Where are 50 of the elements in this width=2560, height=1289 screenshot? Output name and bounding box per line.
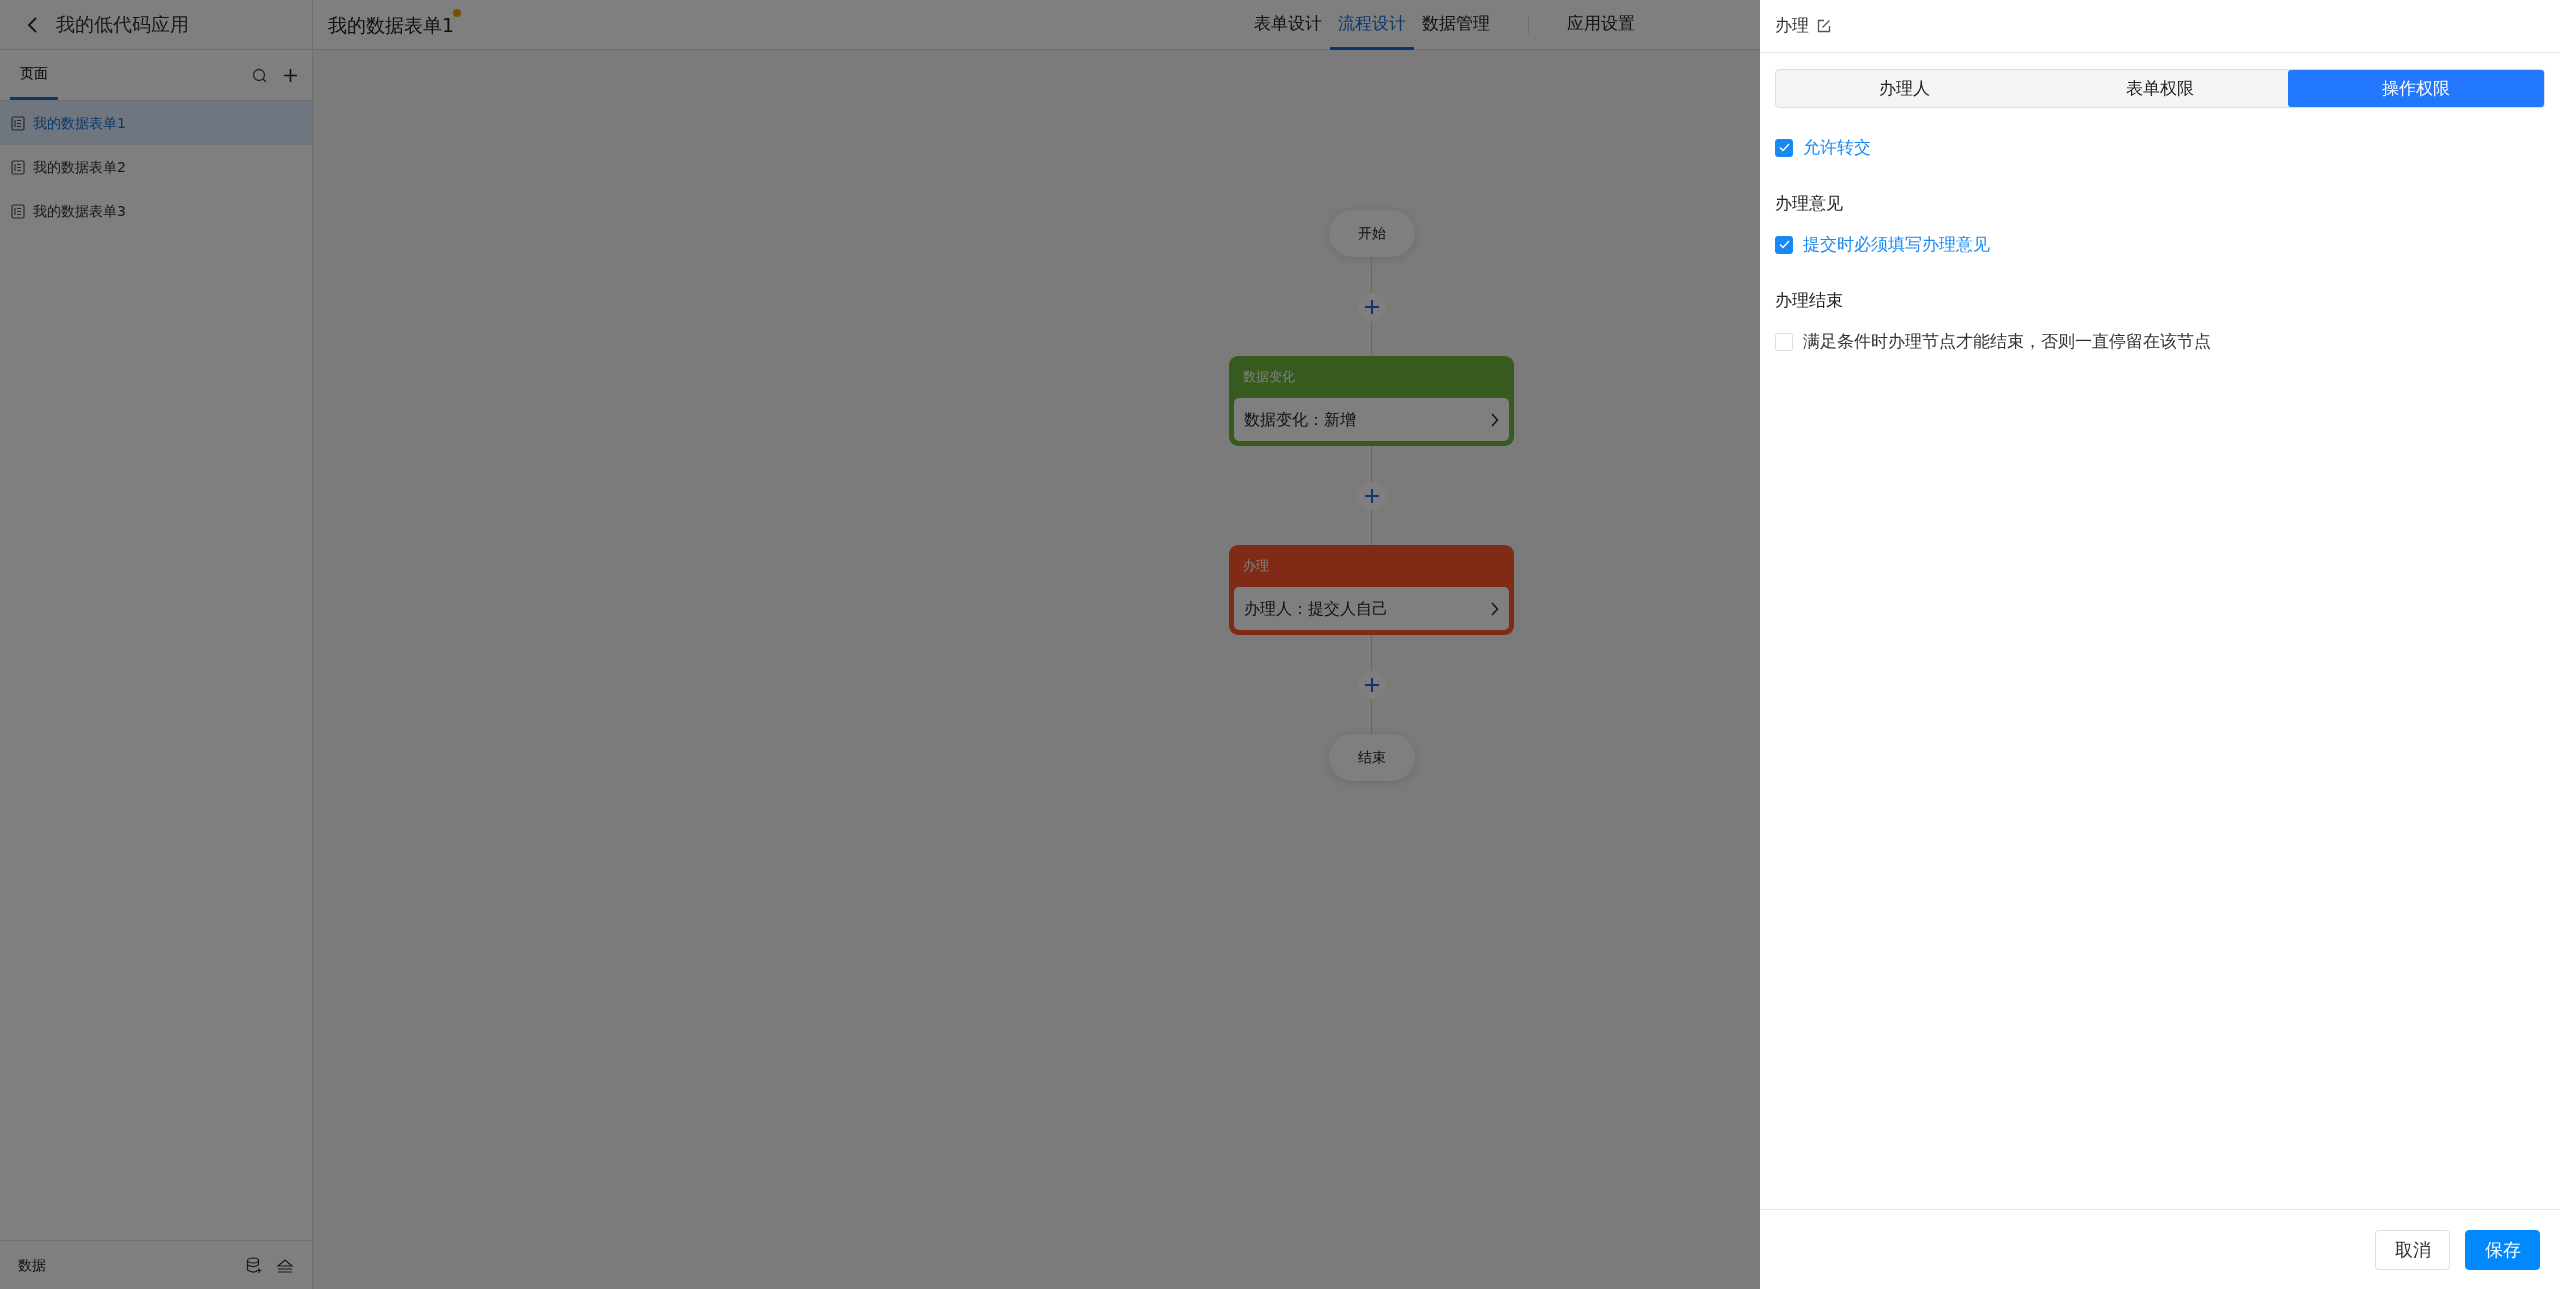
checkbox-label[interactable]: 提交时必须填写办理意见	[1803, 232, 1990, 258]
nav-tab[interactable]: 流程设计	[1329, 0, 1414, 50]
segment-tab[interactable]: 操作权限	[2288, 70, 2544, 107]
app-title: 我的低代码应用	[56, 12, 189, 38]
node-title: 办理	[1242, 557, 1270, 576]
nav-tab[interactable]: 数据管理	[1413, 0, 1498, 50]
checkbox[interactable]	[1775, 235, 1793, 254]
add-icon	[1363, 299, 1380, 315]
add-icon	[1363, 488, 1380, 504]
nav-tab[interactable]: 表单设计	[1245, 0, 1330, 50]
edit-icon[interactable]	[1817, 19, 1831, 33]
section-heading: 办理结束	[1775, 288, 1844, 312]
flow-node[interactable]: 开始	[1328, 210, 1415, 257]
flow-node[interactable]: 结束	[1328, 734, 1415, 781]
settings-tab[interactable]: 应用设置	[1558, 0, 1643, 50]
add-node-button[interactable]	[1357, 293, 1386, 321]
checkbox-label[interactable]: 满足条件时办理节点才能结束，否则一直停留在该节点	[1803, 329, 2211, 355]
chevron-right-icon	[1490, 601, 1499, 616]
node-summary: 办理人：提交人自己	[1244, 597, 1388, 620]
data-section-label: 数据	[18, 1255, 46, 1275]
collapse-icon[interactable]	[276, 1257, 294, 1273]
checkbox[interactable]	[1775, 138, 1793, 157]
database-add-icon[interactable]	[246, 1256, 262, 1274]
document-icon	[11, 159, 25, 175]
check-icon	[1778, 143, 1790, 153]
page-list-item[interactable]: 我的数据表单3	[0, 189, 312, 233]
document-icon	[11, 115, 25, 131]
flow-node-card[interactable]: 数据变化 数据变化：新增	[1229, 356, 1514, 446]
add-icon[interactable]	[283, 67, 298, 83]
page-list-item[interactable]: 我的数据表单1	[0, 101, 312, 145]
flow-node-card[interactable]: 办理 办理人：提交人自己	[1229, 545, 1514, 635]
page-list-item[interactable]: 我的数据表单2	[0, 145, 312, 189]
add-node-button[interactable]	[1357, 482, 1386, 510]
drawer-title: 办理	[1775, 14, 1809, 38]
checkbox-label[interactable]: 允许转交	[1803, 135, 1871, 161]
save-button[interactable]: 保存	[2465, 1229, 2540, 1270]
cancel-button[interactable]: 取消	[2375, 1229, 2450, 1270]
check-icon	[1778, 240, 1790, 250]
node-title: 数据变化	[1242, 368, 1296, 387]
segment-tab[interactable]: 办理人	[1776, 70, 2032, 107]
node-summary: 数据变化：新增	[1244, 408, 1356, 431]
add-node-button[interactable]	[1357, 671, 1386, 699]
document-icon	[11, 203, 25, 219]
add-icon	[1363, 677, 1380, 693]
back-icon[interactable]	[26, 15, 38, 34]
section-heading: 办理意见	[1775, 191, 1844, 215]
chevron-right-icon	[1490, 412, 1499, 427]
segment-tab[interactable]: 表单权限	[2032, 70, 2288, 107]
page-title: 我的数据表单1	[328, 10, 455, 40]
search-icon[interactable]	[252, 67, 267, 83]
